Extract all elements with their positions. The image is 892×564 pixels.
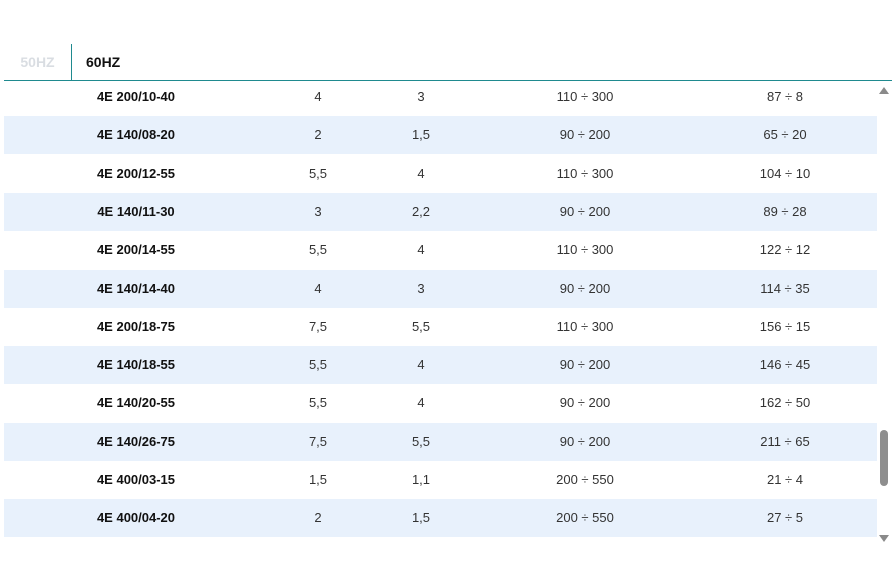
power-hp-cell: 1,5 <box>411 127 431 143</box>
table-row: 4E 200/10-40 4 3 110 ÷ 300 87 ÷ 8 <box>4 81 877 116</box>
power-hp-cell: 1,1 <box>411 472 431 487</box>
model-cell: 4E 200/18-75 <box>96 318 176 334</box>
table-row: 4E 200/14-55 5,5 4 110 ÷ 300 122 ÷ 12 <box>4 231 877 269</box>
model-cell: 4E 140/18-55 <box>96 357 176 373</box>
scroll-up-arrow-icon[interactable] <box>879 87 889 94</box>
flow-range-cell: 90 ÷ 200 <box>559 280 611 296</box>
flow-range-cell: 90 ÷ 200 <box>559 395 611 411</box>
head-range-cell: 156 ÷ 15 <box>759 318 811 334</box>
table-row: 4E 140/08-20 2 1,5 90 ÷ 200 65 ÷ 20 <box>4 116 877 155</box>
head-range-cell: 114 ÷ 35 <box>760 280 810 296</box>
frequency-tabs: 50HZ 60HZ <box>4 44 892 81</box>
head-range-cell: 146 ÷ 45 <box>759 357 811 373</box>
power-kw-cell: 4 <box>314 89 322 104</box>
table-row: 4E 140/18-55 5,5 4 90 ÷ 200 146 ÷ 45 <box>4 346 877 385</box>
power-kw-cell: 7,5 <box>308 433 328 449</box>
head-range-cell: 104 ÷ 10 <box>759 165 811 181</box>
power-kw-cell: 5,5 <box>308 242 328 258</box>
power-hp-cell: 4 <box>417 395 425 411</box>
model-cell: 4E 140/11-30 <box>97 203 175 219</box>
head-range-cell: 162 ÷ 50 <box>759 395 811 411</box>
table-row: 4E 200/12-55 5,5 4 110 ÷ 300 104 ÷ 10 <box>4 155 877 193</box>
model-cell: 4E 140/08-20 <box>96 127 176 143</box>
power-kw-cell: 2 <box>314 127 322 143</box>
pump-table: 4E 200/10-40 4 3 110 ÷ 300 87 ÷ 8 4E 140/08-2… <box>4 81 892 556</box>
tab-60hz[interactable]: 60HZ <box>71 44 132 80</box>
flow-range-cell: 110 ÷ 300 <box>556 242 614 258</box>
flow-range-cell: 90 ÷ 200 <box>559 203 611 219</box>
model-cell: 4E 200/12-55 <box>96 165 176 181</box>
power-kw-cell: 5,5 <box>308 357 328 373</box>
power-hp-cell: 5,5 <box>411 318 431 334</box>
table-row: 4E 140/11-30 3 2,2 90 ÷ 200 89 ÷ 28 <box>4 192 877 231</box>
power-hp-cell: 3 <box>417 280 425 296</box>
power-hp-cell: 4 <box>417 357 425 373</box>
model-cell: 4E 200/14-55 <box>96 242 176 258</box>
vertical-scrollbar[interactable] <box>876 81 892 548</box>
flow-range-cell: 90 ÷ 200 <box>559 127 611 143</box>
flow-range-cell: 110 ÷ 300 <box>556 165 614 181</box>
flow-range-cell: 200 ÷ 550 <box>556 472 614 487</box>
head-range-cell: 122 ÷ 12 <box>759 242 811 258</box>
power-hp-cell: 4 <box>417 242 425 258</box>
power-kw-cell: 5,5 <box>308 165 328 181</box>
power-kw-cell: 4 <box>314 280 322 296</box>
model-cell: 4E 400/03-15 <box>96 472 176 487</box>
power-hp-cell: 2,2 <box>411 203 431 219</box>
power-kw-cell: 1,5 <box>308 472 328 487</box>
head-range-cell: 211 ÷ 65 <box>760 433 810 449</box>
head-range-cell: 87 ÷ 8 <box>766 89 804 104</box>
model-cell: 4E 140/26-75 <box>96 433 176 449</box>
table-row: 4E 400/04-20 2 1,5 200 ÷ 550 27 ÷ 5 <box>4 499 877 538</box>
table-row: 4E 140/20-55 5,5 4 90 ÷ 200 162 ÷ 50 <box>4 384 877 422</box>
power-kw-cell: 5,5 <box>308 395 328 411</box>
head-range-cell: 89 ÷ 28 <box>763 203 807 219</box>
power-hp-cell: 4 <box>417 165 425 181</box>
flow-range-cell: 110 ÷ 300 <box>556 318 614 334</box>
power-kw-cell: 2 <box>314 510 322 526</box>
flow-range-cell: 110 ÷ 300 <box>556 89 614 104</box>
model-cell: 4E 200/10-40 <box>96 89 176 104</box>
power-kw-cell: 7,5 <box>308 318 328 334</box>
head-range-cell: 65 ÷ 20 <box>763 127 807 143</box>
head-range-cell: 27 ÷ 5 <box>766 510 804 526</box>
scrollbar-thumb[interactable] <box>880 430 888 486</box>
tab-50hz[interactable]: 50HZ <box>4 44 71 80</box>
table-row: 4E 140/26-75 7,5 5,5 90 ÷ 200 211 ÷ 65 <box>4 422 877 461</box>
power-hp-cell: 1,5 <box>411 510 431 526</box>
model-cell: 4E 140/14-40 <box>96 280 176 296</box>
table-row: 4E 400/03-15 1,5 1,1 200 ÷ 550 21 ÷ 4 <box>4 461 877 499</box>
table-row: 4E 140/14-40 4 3 90 ÷ 200 114 ÷ 35 <box>4 269 877 308</box>
head-range-cell: 21 ÷ 4 <box>766 472 804 487</box>
table-row: 4E 200/18-75 7,5 5,5 110 ÷ 300 156 ÷ 15 <box>4 308 877 346</box>
scroll-down-arrow-icon[interactable] <box>879 535 889 542</box>
model-cell: 4E 140/20-55 <box>96 395 176 411</box>
flow-range-cell: 90 ÷ 200 <box>559 433 611 449</box>
flow-range-cell: 200 ÷ 550 <box>556 510 614 526</box>
model-cell: 4E 400/04-20 <box>96 510 176 526</box>
power-kw-cell: 3 <box>314 203 322 219</box>
flow-range-cell: 90 ÷ 200 <box>559 357 611 373</box>
power-hp-cell: 5,5 <box>411 433 431 449</box>
power-hp-cell: 3 <box>417 89 425 104</box>
